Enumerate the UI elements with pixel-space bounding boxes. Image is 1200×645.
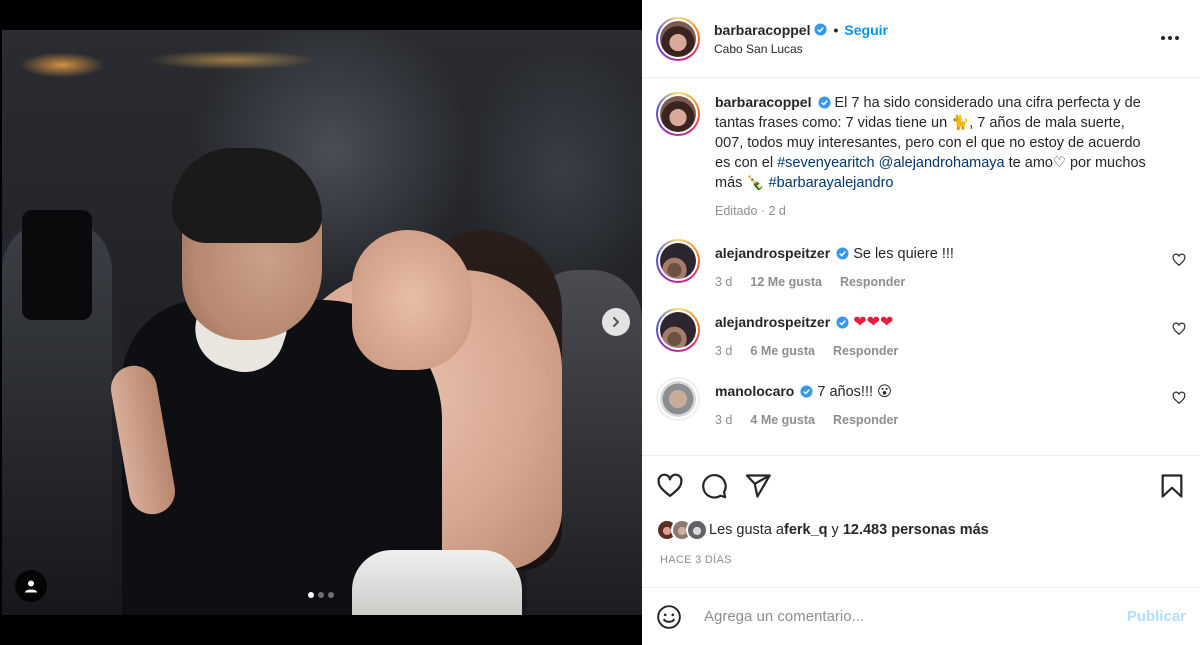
comment-like-icon[interactable] xyxy=(1172,322,1186,336)
header-separator: • xyxy=(833,21,839,38)
comment-text: 7 años!!! 😮 xyxy=(817,384,893,400)
verified-icon xyxy=(836,316,849,329)
photo-camera xyxy=(22,210,92,320)
comment-avatar[interactable] xyxy=(656,377,700,421)
mention-link[interactable]: @alejandrohamaya xyxy=(879,155,1005,171)
chevron-right-icon xyxy=(613,317,619,327)
likes-first-user[interactable]: ferk_q xyxy=(784,522,828,538)
author-username[interactable]: barbaracoppel xyxy=(714,22,810,38)
caption-meta: Editado · 2 d xyxy=(715,204,786,218)
publish-button[interactable]: Publicar xyxy=(1127,608,1186,625)
comment-username[interactable]: alejandrospeitzer xyxy=(715,245,830,261)
cat-emoji: 🐈 xyxy=(951,115,970,131)
post-date[interactable]: HACE 3 DÍAS xyxy=(642,554,1200,582)
comment-time[interactable]: 3 d xyxy=(715,410,732,430)
comment-likes[interactable]: 6 Me gusta xyxy=(750,341,815,361)
post-location[interactable]: Cabo San Lucas xyxy=(714,42,888,56)
likes-summary: Les gusta a ferk_q y 12.483 personas más xyxy=(642,516,1200,544)
author-avatar[interactable] xyxy=(656,16,700,61)
more-options-icon xyxy=(1161,36,1165,40)
share-icon[interactable] xyxy=(744,472,772,500)
avatar xyxy=(686,519,708,541)
user-tag-icon xyxy=(25,580,37,593)
comments-section: barbaracoppel El 7 ha sido considerado u… xyxy=(642,78,1200,456)
post-photo[interactable] xyxy=(2,30,642,615)
carousel-dot xyxy=(308,592,314,598)
comment-avatar[interactable] xyxy=(656,308,700,352)
more-options-button[interactable] xyxy=(1158,28,1182,48)
carousel-dot xyxy=(318,592,324,598)
comment-time[interactable]: 3 d xyxy=(715,341,732,361)
likes-joiner: y xyxy=(827,522,843,538)
verified-icon xyxy=(817,96,831,109)
verified-icon xyxy=(814,23,828,36)
verified-icon xyxy=(836,247,849,260)
caption-username[interactable]: barbaracoppel xyxy=(715,94,811,110)
comment-like-icon[interactable] xyxy=(1172,391,1186,405)
emoji-icon[interactable] xyxy=(656,604,682,630)
post-header: barbaracoppel • Seguir Cabo San Lucas xyxy=(642,0,1200,78)
likes-others[interactable]: 12.483 personas más xyxy=(843,522,989,538)
comment-text: ❤❤❤ xyxy=(853,314,894,331)
comment-username[interactable]: alejandrospeitzer xyxy=(715,314,830,330)
comment-item: manolocaro 7 años!!! 😮 3 d 4 Me gusta Re… xyxy=(656,377,1186,430)
add-comment-bar: Publicar xyxy=(642,587,1200,645)
liker-avatars xyxy=(656,519,708,541)
photo-bride-dress xyxy=(352,550,522,615)
verified-icon xyxy=(800,385,813,398)
comment-item: alejandrospeitzer ❤❤❤ 3 d 6 Me gusta Res… xyxy=(656,308,1186,361)
hashtag-link[interactable]: #sevenyearitch xyxy=(777,155,875,171)
follow-button[interactable]: Seguir xyxy=(844,22,888,38)
comment-icon[interactable] xyxy=(700,472,728,500)
comment-text: Se les quiere !!! xyxy=(853,246,954,262)
carousel-indicator xyxy=(0,592,642,598)
caption-avatar[interactable] xyxy=(656,92,700,136)
comment-like-icon[interactable] xyxy=(1172,253,1186,267)
caption-text: te amo xyxy=(1004,155,1053,171)
carousel-next-button[interactable] xyxy=(602,308,630,336)
user-tags-button[interactable] xyxy=(15,570,47,602)
comment-time[interactable]: 3 d xyxy=(715,272,732,292)
like-icon[interactable] xyxy=(656,472,684,500)
photo-groom-hair xyxy=(172,148,322,243)
post-panel: barbaracoppel • Seguir Cabo San Lucas ba… xyxy=(642,0,1200,645)
comment-avatar[interactable] xyxy=(656,239,700,283)
carousel-dot xyxy=(328,592,334,598)
heart-emoji: ♡ xyxy=(1052,155,1066,171)
bottle-emoji: 🍾 xyxy=(746,175,765,191)
action-bar xyxy=(642,456,1200,516)
comment-likes[interactable]: 12 Me gusta xyxy=(750,272,822,292)
hashtag-link[interactable]: #barbarayalejandro xyxy=(769,175,894,191)
reply-button[interactable]: Responder xyxy=(833,341,898,361)
reply-button[interactable]: Responder xyxy=(840,272,905,292)
comment-input[interactable] xyxy=(704,608,1104,625)
reply-button[interactable]: Responder xyxy=(833,410,898,430)
photo-bride-face xyxy=(352,230,472,370)
likes-prefix: Les gusta a xyxy=(709,522,784,538)
comment-likes[interactable]: 4 Me gusta xyxy=(750,410,815,430)
save-icon[interactable] xyxy=(1158,472,1186,500)
comment-username[interactable]: manolocaro xyxy=(715,383,794,399)
comment-item: alejandrospeitzer Se les quiere !!! 3 d … xyxy=(656,239,1186,292)
post-media xyxy=(0,0,642,645)
post-caption: barbaracoppel El 7 ha sido considerado u… xyxy=(656,92,1186,221)
